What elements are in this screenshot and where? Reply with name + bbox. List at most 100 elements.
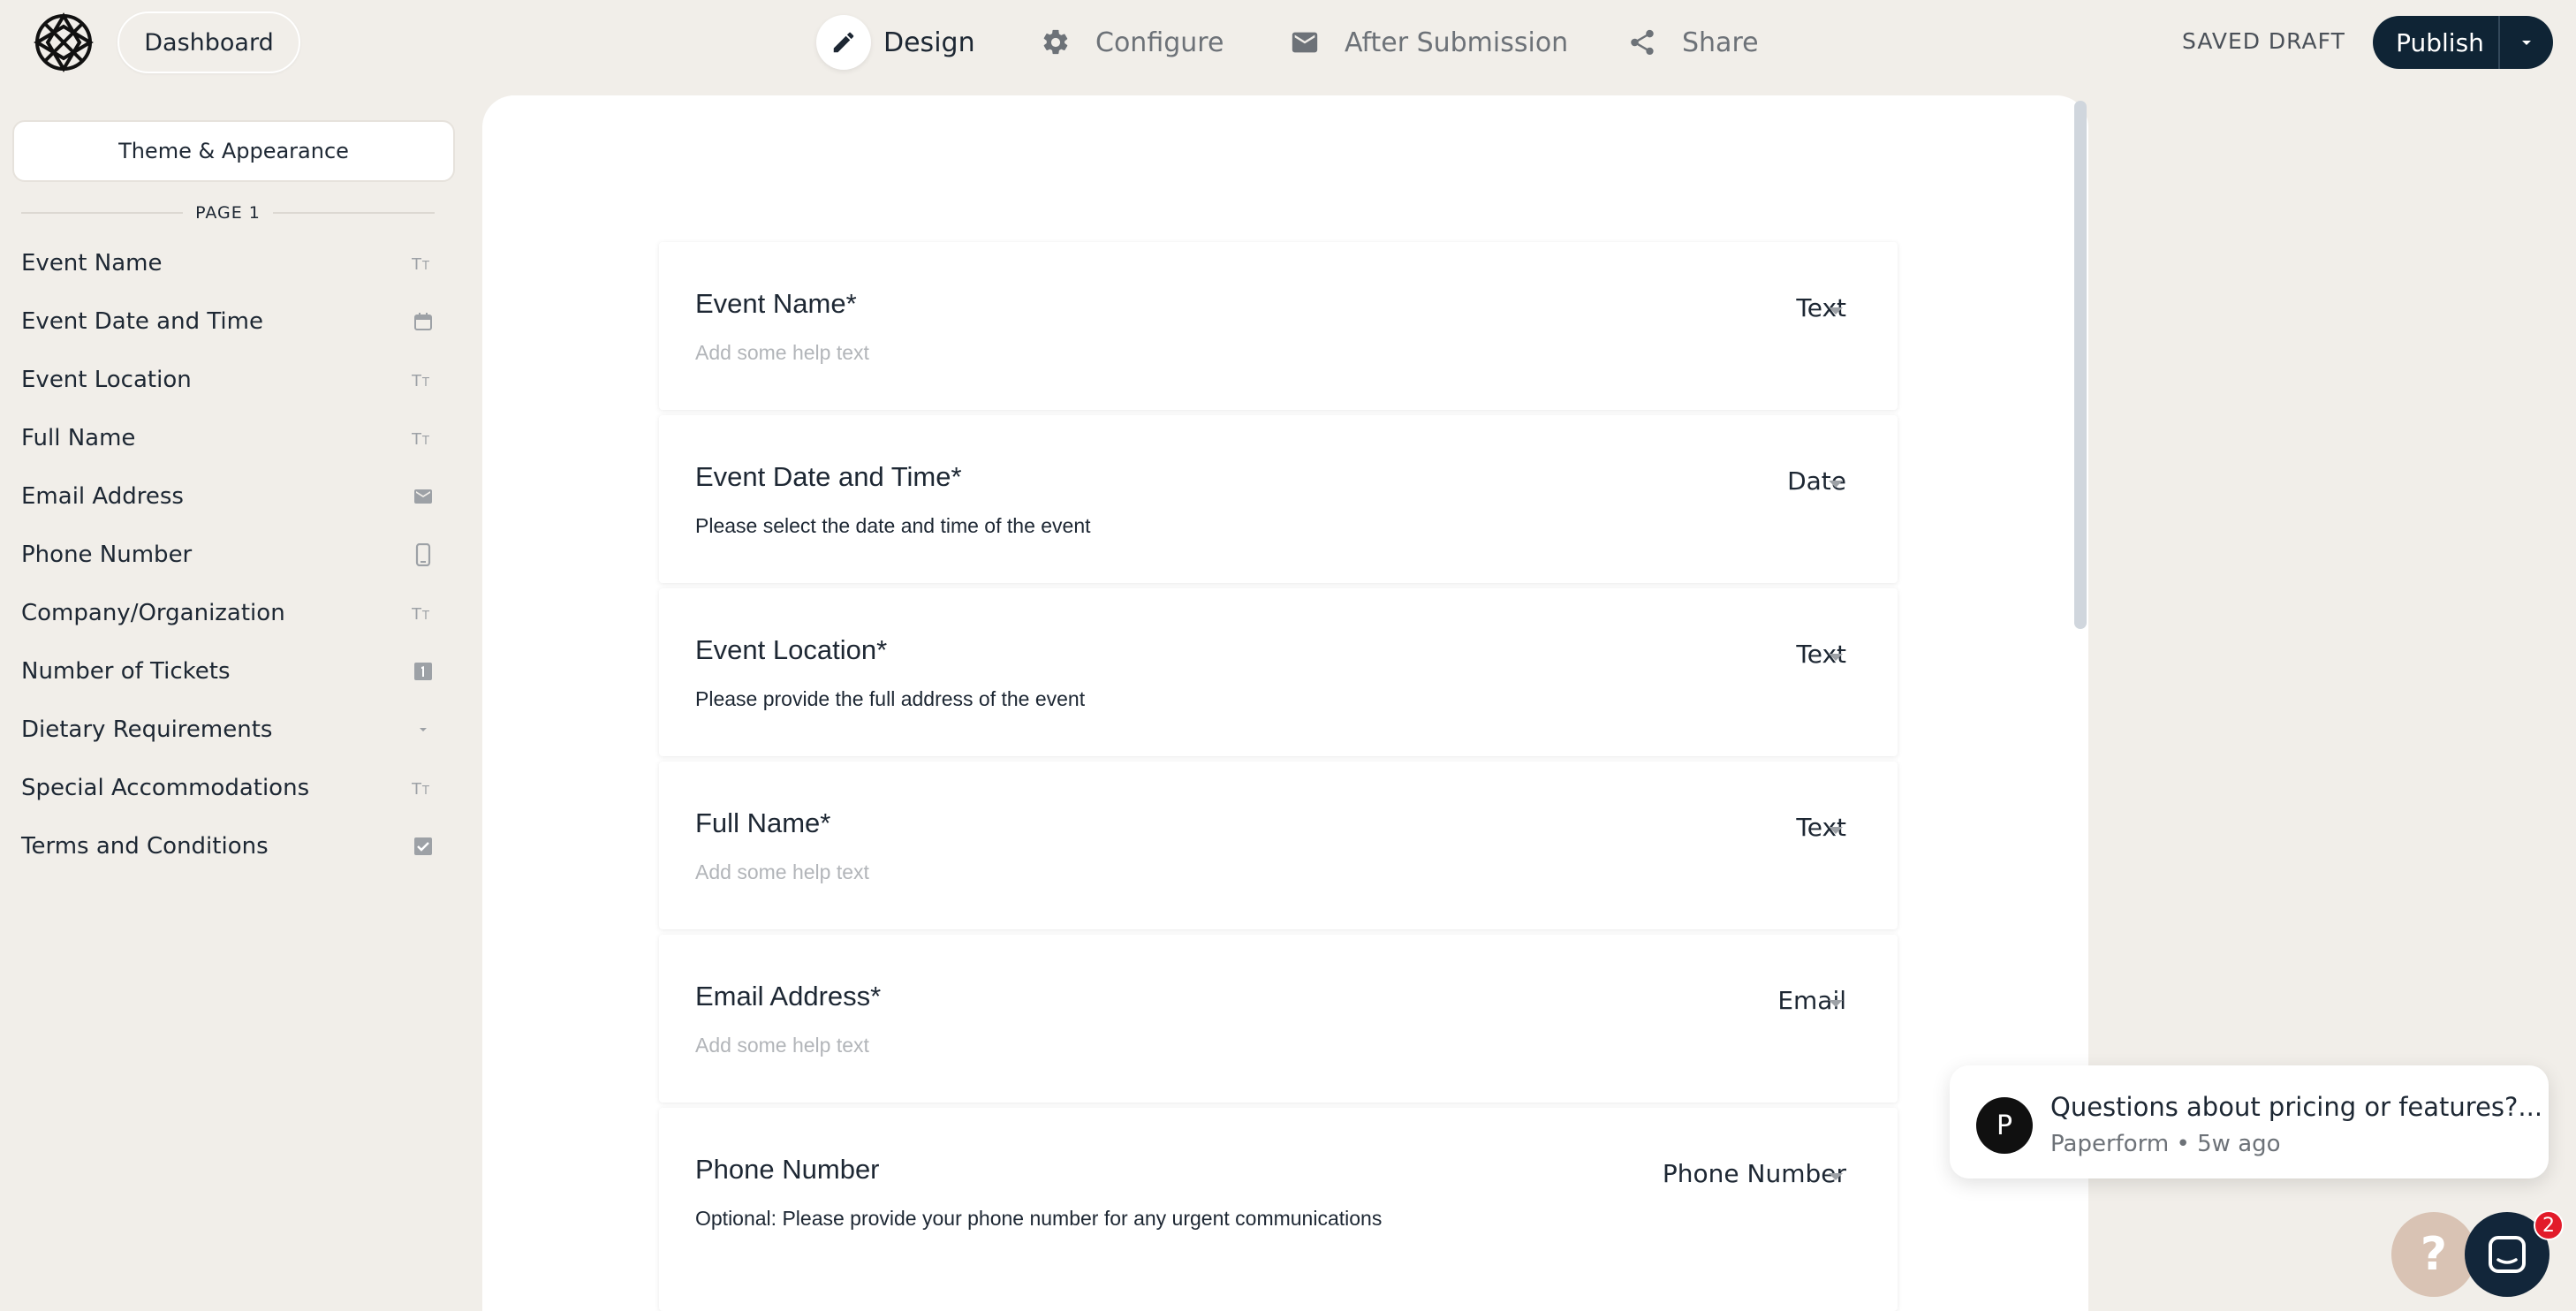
svg-text:T: T — [421, 610, 429, 623]
sidebar: Theme & Appearance PAGE 1 Event Name TT … — [0, 85, 468, 1311]
help-button[interactable]: ? — [2391, 1212, 2476, 1297]
svg-text:T: T — [421, 784, 429, 798]
top-bar: Dashboard Design Configure After Submiss… — [0, 0, 2576, 85]
page-label: PAGE 1 — [195, 203, 261, 223]
question-mark-icon: ? — [2420, 1228, 2448, 1281]
svg-text:T: T — [412, 605, 422, 623]
number-icon — [410, 658, 436, 685]
question-title[interactable]: Event Date and Time* — [695, 461, 962, 493]
chat-message: Questions about pricing or features?... — [2050, 1092, 2543, 1122]
tab-configure-label: Configure — [1095, 27, 1224, 58]
sidebar-item-email-address[interactable]: Email Address — [21, 474, 436, 519]
publish-label: Publish — [2396, 27, 2484, 57]
publish-button[interactable]: Publish — [2373, 16, 2553, 69]
svg-text:T: T — [421, 376, 429, 390]
gear-icon — [1028, 15, 1083, 70]
question-help-text[interactable]: Please select the date and time of the e… — [695, 514, 1091, 538]
tab-share-label: Share — [1682, 27, 1759, 58]
unread-badge: 2 — [2534, 1210, 2564, 1240]
question-card-event-name[interactable]: Event Name* Add some help text Text — [659, 242, 1898, 410]
sidebar-item-number-of-tickets[interactable]: Number of Tickets — [21, 648, 436, 694]
sidebar-item-terms-and-conditions[interactable]: Terms and Conditions — [21, 823, 436, 869]
chevron-down-icon — [1829, 1000, 1843, 1007]
question-card-email-address[interactable]: Email Address* Add some help text Email — [659, 935, 1898, 1103]
sidebar-item-label: Event Location — [21, 367, 192, 393]
svg-text:T: T — [421, 260, 429, 273]
svg-text:T: T — [412, 780, 422, 798]
sidebar-item-label: Full Name — [21, 425, 136, 451]
chat-bubble-icon — [2489, 1236, 2526, 1273]
chat-notification[interactable]: P Questions about pricing or features?..… — [1950, 1065, 2549, 1178]
sidebar-item-event-date-and-time[interactable]: Event Date and Time — [21, 299, 436, 345]
chevron-down-icon — [1829, 1173, 1843, 1180]
sidebar-item-label: Terms and Conditions — [21, 833, 269, 860]
paperform-logo-icon[interactable] — [34, 12, 94, 72]
checkbox-icon — [410, 833, 436, 860]
save-status: SAVED DRAFT — [2182, 28, 2345, 54]
question-card-full-name[interactable]: Full Name* Add some help text Text — [659, 762, 1898, 929]
question-title[interactable]: Event Location* — [695, 634, 887, 666]
sidebar-item-phone-number[interactable]: Phone Number — [21, 532, 436, 578]
sidebar-item-label: Special Accommodations — [21, 775, 310, 801]
sidebar-item-label: Event Name — [21, 250, 163, 277]
calendar-icon — [410, 308, 436, 335]
share-icon — [1615, 15, 1670, 70]
sidebar-item-label: Number of Tickets — [21, 658, 231, 685]
svg-text:T: T — [412, 430, 422, 448]
chevron-down-icon — [2522, 41, 2531, 45]
dropdown-icon — [410, 716, 436, 743]
sidebar-item-full-name[interactable]: Full Name TT — [21, 415, 436, 461]
chat-meta: Paperform • 5w ago — [2050, 1131, 2281, 1157]
question-card-event-date-and-time[interactable]: Event Date and Time* Please select the d… — [659, 415, 1898, 583]
dashboard-button[interactable]: Dashboard — [117, 11, 300, 73]
avatar: P — [1976, 1097, 2033, 1154]
chevron-down-icon — [1829, 654, 1843, 661]
text-icon: TT — [410, 775, 436, 801]
text-icon: TT — [410, 600, 436, 626]
svg-text:T: T — [412, 372, 422, 390]
chevron-down-icon — [1829, 827, 1843, 834]
chevron-down-icon — [1829, 481, 1843, 488]
sidebar-item-label: Dietary Requirements — [21, 716, 273, 743]
text-icon: TT — [410, 425, 436, 451]
sidebar-item-label: Phone Number — [21, 542, 193, 568]
question-help-text[interactable]: Please provide the full address of the e… — [695, 687, 1085, 711]
question-title[interactable]: Email Address* — [695, 981, 881, 1012]
sidebar-item-label: Email Address — [21, 483, 184, 510]
sidebar-item-dietary-requirements[interactable]: Dietary Requirements — [21, 707, 436, 753]
sidebar-item-company-organization[interactable]: Company/Organization TT — [21, 590, 436, 636]
chevron-down-icon — [1829, 307, 1843, 314]
tab-after-submission-label: After Submission — [1345, 27, 1569, 58]
sidebar-item-event-name[interactable]: Event Name TT — [21, 240, 436, 286]
question-card-event-location[interactable]: Event Location* Please provide the full … — [659, 588, 1898, 756]
text-icon: TT — [410, 367, 436, 393]
sidebar-item-label: Company/Organization — [21, 600, 285, 626]
question-card-phone-number[interactable]: Phone Number Optional: Please provide yo… — [659, 1108, 1898, 1311]
tab-design-label: Design — [883, 27, 975, 58]
tab-after-submission[interactable]: After Submission — [1277, 14, 1568, 71]
page-divider: PAGE 1 — [21, 200, 436, 226]
pencil-icon — [816, 15, 871, 70]
svg-text:T: T — [421, 435, 429, 448]
question-help-text[interactable]: Add some help text — [695, 341, 869, 365]
svg-text:T: T — [412, 255, 422, 273]
envelope-icon — [410, 483, 436, 510]
sidebar-item-event-location[interactable]: Event Location TT — [21, 357, 436, 403]
theme-appearance-button[interactable]: Theme & Appearance — [12, 120, 455, 182]
tab-share[interactable]: Share — [1615, 14, 1759, 71]
sidebar-item-label: Event Date and Time — [21, 308, 263, 335]
question-help-text[interactable]: Optional: Please provide your phone numb… — [695, 1207, 1382, 1231]
question-help-text[interactable]: Add some help text — [695, 860, 869, 884]
question-help-text[interactable]: Add some help text — [695, 1034, 869, 1057]
publish-dropdown-toggle[interactable] — [2498, 16, 2553, 69]
question-title[interactable]: Phone Number — [695, 1154, 880, 1186]
question-title[interactable]: Full Name* — [695, 807, 830, 839]
question-title[interactable]: Event Name* — [695, 288, 857, 320]
phone-icon — [410, 542, 436, 568]
tab-design[interactable]: Design — [816, 14, 975, 71]
envelope-icon — [1277, 15, 1332, 70]
sidebar-item-special-accommodations[interactable]: Special Accommodations TT — [21, 765, 436, 811]
tab-configure[interactable]: Configure — [1028, 14, 1224, 71]
question-type-select[interactable]: Phone Number — [1663, 1159, 1846, 1188]
canvas-scrollbar-thumb[interactable] — [2074, 101, 2087, 629]
